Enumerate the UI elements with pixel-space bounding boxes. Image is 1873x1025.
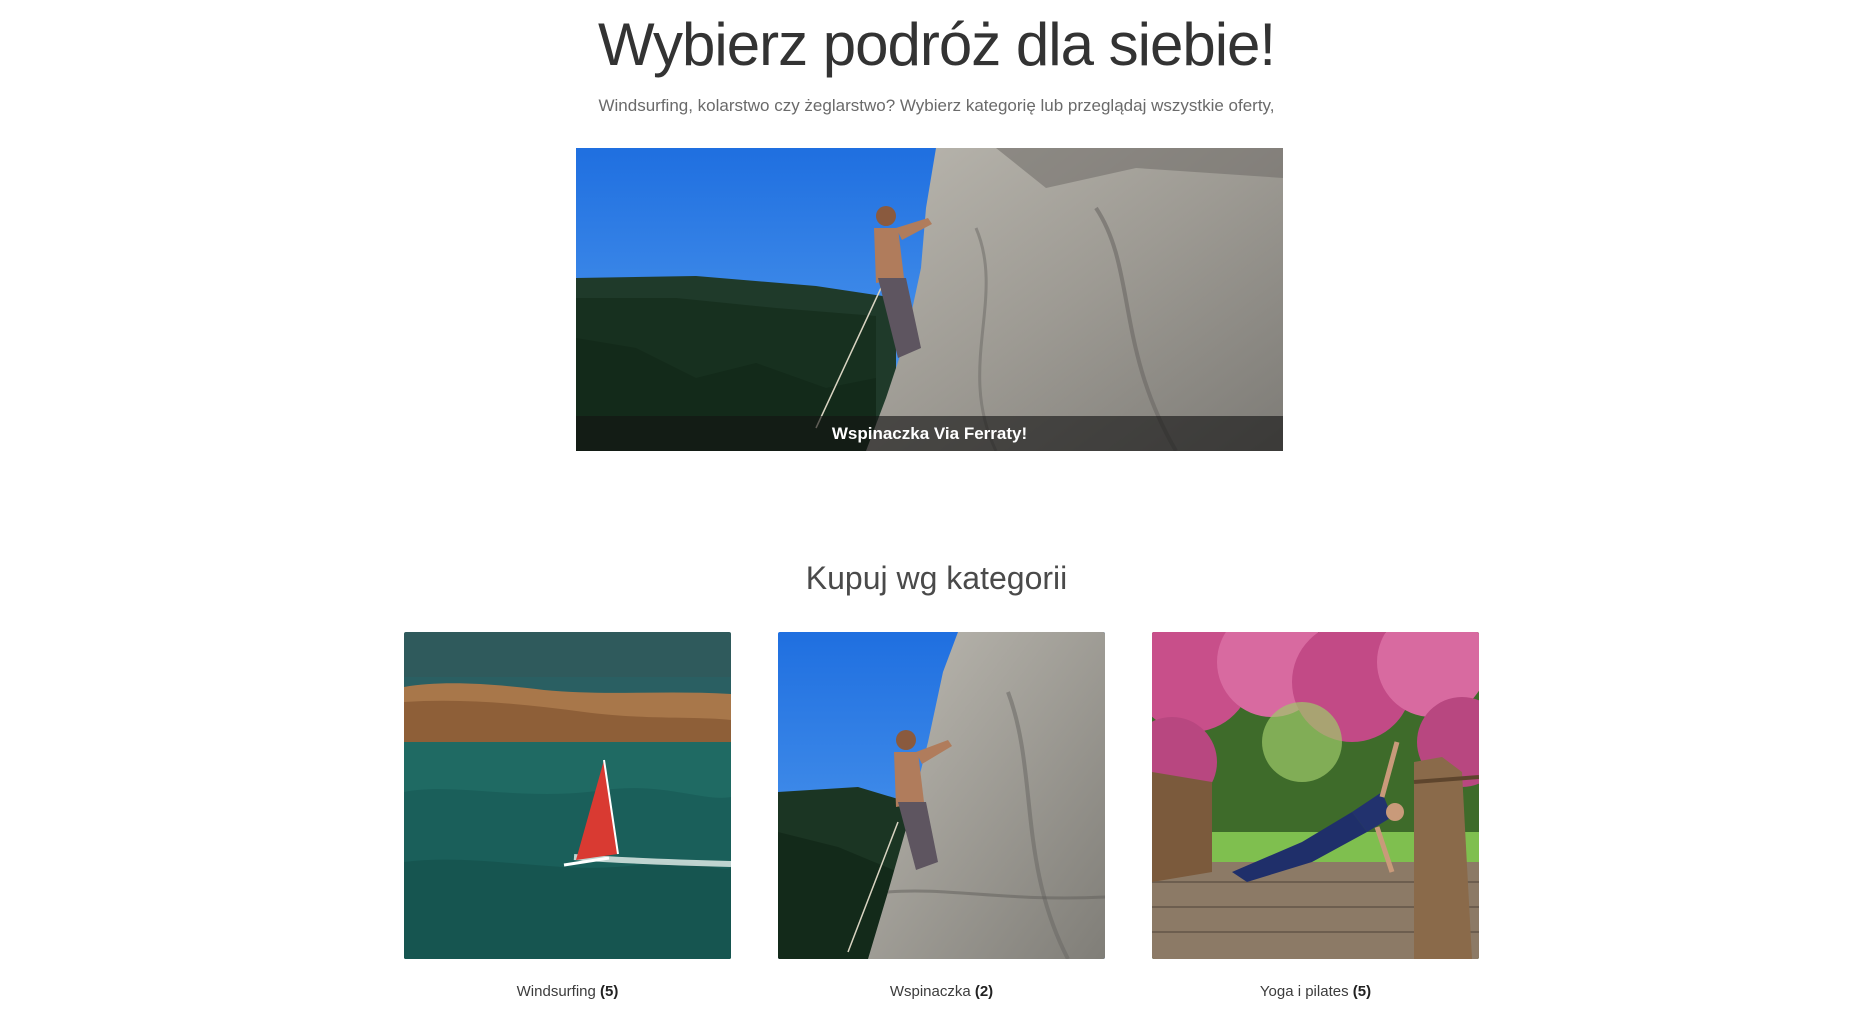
category-label-yoga: Yoga i pilates (5) <box>1152 983 1479 1000</box>
category-label-windsurfing: Windsurfing (5) <box>404 983 731 1000</box>
featured-climbing-image <box>576 148 1283 451</box>
category-name: Wspinaczka <box>889 983 971 1000</box>
rock-climbing-photo <box>778 632 1105 959</box>
category-name: Windsurfing <box>516 983 596 1000</box>
category-name: Yoga i pilates <box>1259 983 1349 1000</box>
category-count: (2) <box>974 983 994 1000</box>
windsurfing-thumbnail <box>404 632 731 959</box>
page-subtitle: Windsurfing, kolarstwo czy żeglarstwo? W… <box>598 96 1275 115</box>
yoga-photo <box>1152 632 1479 959</box>
yoga-thumbnail <box>1152 632 1479 959</box>
categories-title: Kupuj wg kategorii <box>805 560 1068 596</box>
category-label-wspinaczka: Wspinaczka (2) <box>778 983 1105 1000</box>
page-title: Wybierz podróż dla siebie! <box>597 11 1276 78</box>
windsurfing-photo <box>404 632 731 959</box>
featured-slide[interactable]: Wspinaczka Via Ferraty! <box>576 148 1283 451</box>
category-card-yoga[interactable]: Yoga i pilates (5) <box>1152 632 1479 1000</box>
category-card-wspinaczka[interactable]: Wspinaczka (2) <box>778 632 1105 1000</box>
wspinaczka-thumbnail <box>778 632 1105 959</box>
category-card-windsurfing[interactable]: Windsurfing (5) <box>404 632 731 1000</box>
category-count: (5) <box>1352 983 1372 1000</box>
category-count: (5) <box>600 983 619 1000</box>
featured-caption: Wspinaczka Via Ferraty! <box>576 416 1283 451</box>
